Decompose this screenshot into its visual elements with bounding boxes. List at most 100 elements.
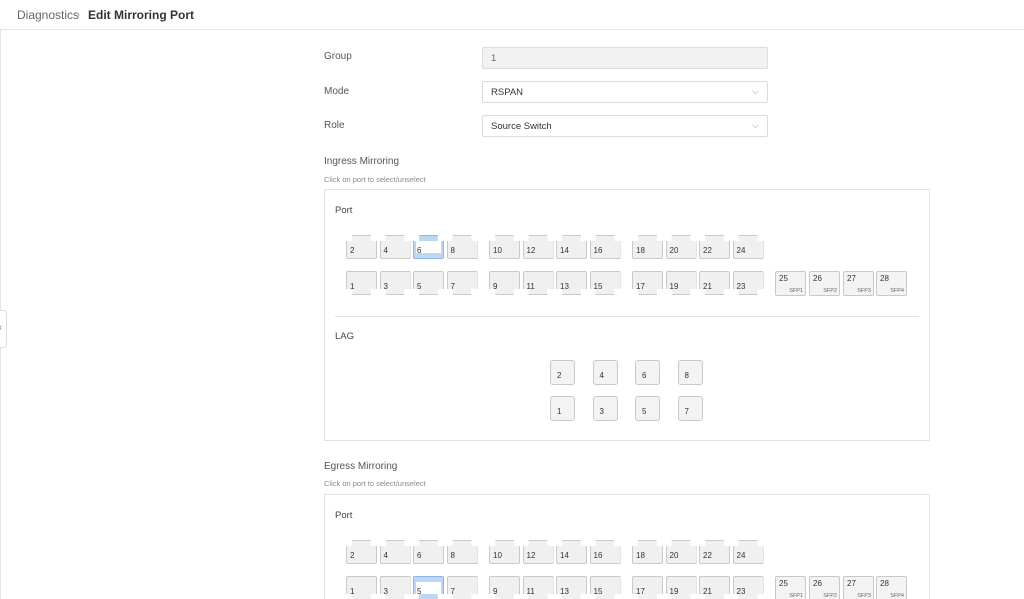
egress-port-24[interactable]: 24	[732, 540, 764, 564]
ingress-port-13[interactable]: 13	[556, 271, 587, 295]
ingress-lag-3[interactable]: 3	[592, 396, 618, 421]
ingress-port-14[interactable]: 14	[556, 235, 587, 259]
egress-port-22[interactable]: 22	[699, 540, 730, 564]
port-number: 9	[493, 587, 498, 596]
ingress-port-5[interactable]: 5	[413, 271, 444, 295]
port-number: 11	[526, 282, 535, 291]
ingress-port-17[interactable]: 17	[632, 271, 663, 295]
sfp-label: SFP3	[857, 593, 871, 599]
mode-label: Mode	[324, 86, 350, 97]
lag-number: 4	[599, 371, 604, 380]
ingress-port-1[interactable]: 1	[346, 271, 377, 295]
egress-port-20[interactable]: 20	[665, 540, 697, 564]
ingress-port-19[interactable]: 19	[665, 271, 697, 295]
ingress-lag-2[interactable]: 2	[550, 360, 575, 385]
ingress-panel: Port 2 4 6 8 1 3 5 7 10 12 14 16 9 11 13 15 18 20 22 24 17 19…	[324, 189, 930, 441]
ingress-port-20[interactable]: 20	[665, 235, 697, 259]
egress-port-6[interactable]: 6	[413, 540, 444, 564]
egress-port-label: Port	[335, 510, 353, 521]
egress-port-21[interactable]: 21	[699, 576, 730, 599]
ingress-sfp-port-26[interactable]: 26 SFP2	[809, 271, 840, 296]
egress-port-19[interactable]: 19	[665, 576, 697, 599]
ingress-port-9[interactable]: 9	[489, 271, 520, 295]
ingress-lag-5[interactable]: 5	[635, 396, 660, 421]
egress-port-7[interactable]: 7	[446, 576, 478, 599]
port-number: 28	[880, 579, 889, 588]
ingress-port-8[interactable]: 8	[446, 235, 478, 259]
port-number: 27	[847, 274, 856, 283]
ingress-port-18[interactable]: 18	[632, 235, 663, 259]
egress-port-8[interactable]: 8	[446, 540, 478, 564]
port-number: 4	[383, 551, 388, 560]
ingress-sfp-port-27[interactable]: 27 SFP3	[843, 271, 874, 296]
ingress-lag-4[interactable]: 4	[592, 360, 618, 385]
port-number: 21	[703, 587, 712, 596]
egress-port-3[interactable]: 3	[379, 576, 411, 599]
ingress-port-7[interactable]: 7	[446, 271, 478, 295]
ingress-port-16[interactable]: 16	[589, 235, 621, 259]
egress-port-16[interactable]: 16	[589, 540, 621, 564]
egress-port-12[interactable]: 12	[522, 540, 554, 564]
ingress-port-21[interactable]: 21	[699, 271, 730, 295]
port-number: 25	[779, 579, 788, 588]
egress-port-15[interactable]: 15	[589, 576, 621, 599]
port-number: 17	[636, 282, 645, 291]
ingress-hint: Click on port to select/unselect	[324, 175, 426, 184]
egress-sfp-port-26[interactable]: 26 SFP2	[809, 576, 840, 599]
ingress-lag-8[interactable]: 8	[677, 360, 703, 385]
egress-port-4[interactable]: 4	[379, 540, 411, 564]
egress-port-14[interactable]: 14	[556, 540, 587, 564]
port-number: 4	[383, 246, 388, 255]
egress-port-5[interactable]: 5	[413, 576, 444, 599]
ingress-port-6[interactable]: 6	[413, 235, 444, 259]
lag-number: 6	[642, 371, 647, 380]
ingress-port-24[interactable]: 24	[732, 235, 764, 259]
egress-port-1[interactable]: 1	[346, 576, 377, 599]
ingress-port-4[interactable]: 4	[379, 235, 411, 259]
ingress-port-22[interactable]: 22	[699, 235, 730, 259]
port-number: 24	[736, 246, 746, 255]
egress-port-17[interactable]: 17	[632, 576, 663, 599]
mode-select[interactable]: RSPAN ⌵	[482, 81, 768, 103]
role-select[interactable]: Source Switch ⌵	[482, 115, 768, 137]
ingress-port-12[interactable]: 12	[522, 235, 554, 259]
ingress-port-23[interactable]: 23	[732, 271, 764, 295]
ingress-title: Ingress Mirroring	[324, 156, 400, 167]
sidebar-collapse-handle[interactable]: ‹	[0, 310, 7, 348]
egress-port-2[interactable]: 2	[346, 540, 377, 564]
sfp-label: SFP2	[823, 288, 837, 294]
ingress-sfp-port-25[interactable]: 25 SFP1	[775, 271, 806, 296]
lag-number: 5	[642, 407, 647, 416]
port-number: 19	[669, 587, 679, 596]
ingress-sfp-port-28[interactable]: 28 SFP4	[876, 271, 907, 296]
chevron-down-icon: ⌵	[752, 120, 759, 130]
ingress-lag-1[interactable]: 1	[550, 396, 575, 421]
egress-port-13[interactable]: 13	[556, 576, 587, 599]
ingress-port-10[interactable]: 10	[489, 235, 520, 259]
port-number: 2	[350, 246, 355, 255]
port-number: 18	[636, 551, 645, 560]
port-number: 16	[593, 246, 603, 255]
ingress-lag-6[interactable]: 6	[635, 360, 660, 385]
egress-port-11[interactable]: 11	[522, 576, 554, 599]
egress-sfp-port-28[interactable]: 28 SFP4	[876, 576, 907, 599]
breadcrumb-diagnostics[interactable]: Diagnostics	[17, 8, 79, 22]
port-number: 28	[880, 274, 889, 283]
lag-number: 2	[557, 371, 562, 380]
ingress-port-11[interactable]: 11	[522, 271, 554, 295]
egress-hint: Click on port to select/unselect	[324, 479, 426, 488]
egress-sfp-port-27[interactable]: 27 SFP3	[843, 576, 874, 599]
ingress-port-2[interactable]: 2	[346, 235, 377, 259]
egress-sfp-port-25[interactable]: 25 SFP1	[775, 576, 806, 599]
egress-port-23[interactable]: 23	[732, 576, 764, 599]
ingress-port-3[interactable]: 3	[379, 271, 411, 295]
egress-port-9[interactable]: 9	[489, 576, 520, 599]
egress-port-18[interactable]: 18	[632, 540, 663, 564]
ingress-lag-7[interactable]: 7	[677, 396, 703, 421]
port-number: 9	[493, 282, 498, 291]
port-number: 23	[736, 282, 746, 291]
ingress-port-15[interactable]: 15	[589, 271, 621, 295]
egress-port-10[interactable]: 10	[489, 540, 520, 564]
port-number: 20	[669, 551, 679, 560]
port-number: 14	[560, 551, 569, 560]
